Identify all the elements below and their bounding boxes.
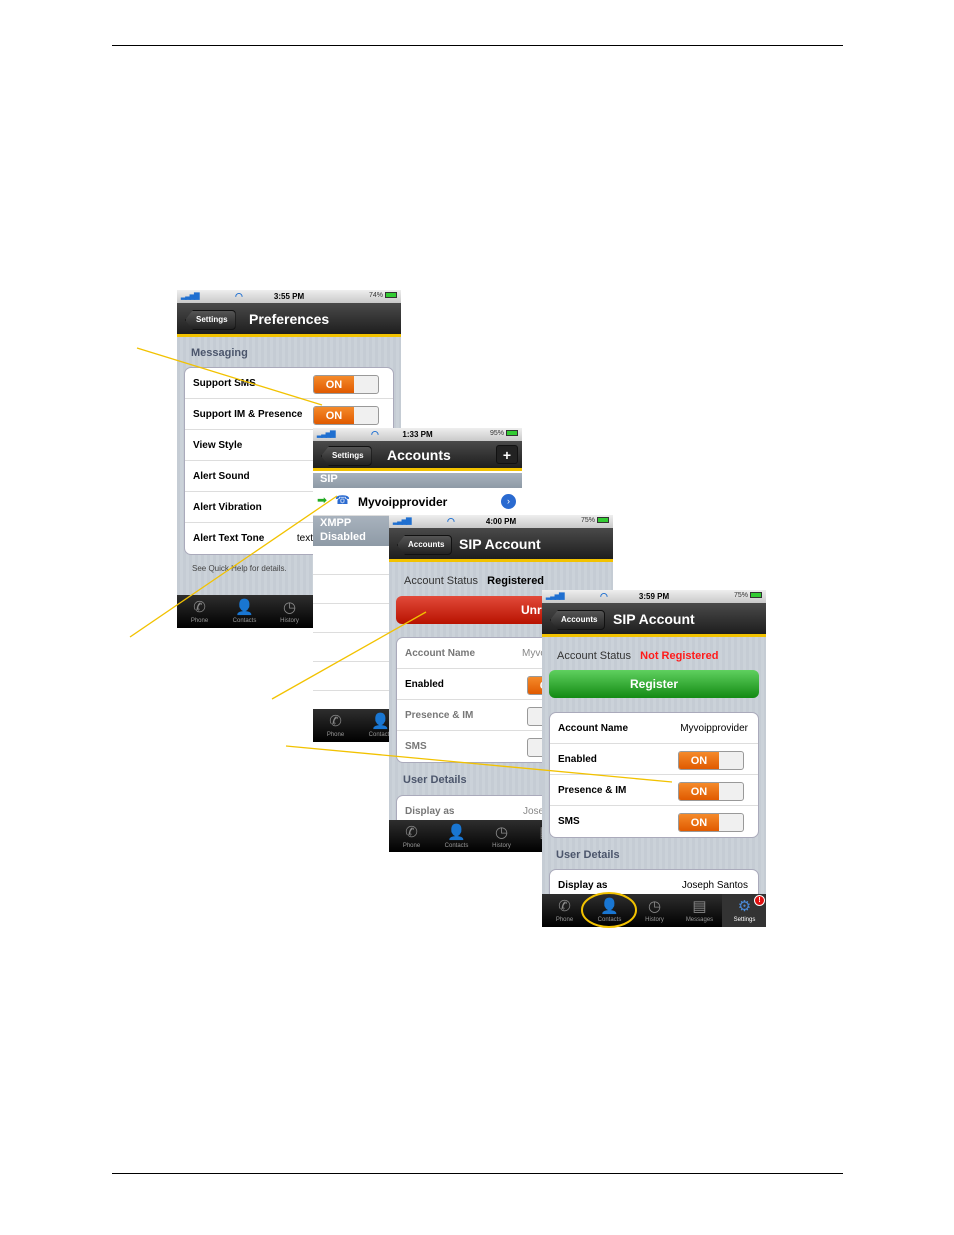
callout-lines xyxy=(129,347,673,928)
contacts-highlight-circle xyxy=(581,892,637,928)
callout-line-preferences xyxy=(136,347,323,406)
callout-line-account xyxy=(129,495,338,638)
callout-line-unregister xyxy=(271,611,427,700)
callout-line-presence xyxy=(285,745,673,783)
